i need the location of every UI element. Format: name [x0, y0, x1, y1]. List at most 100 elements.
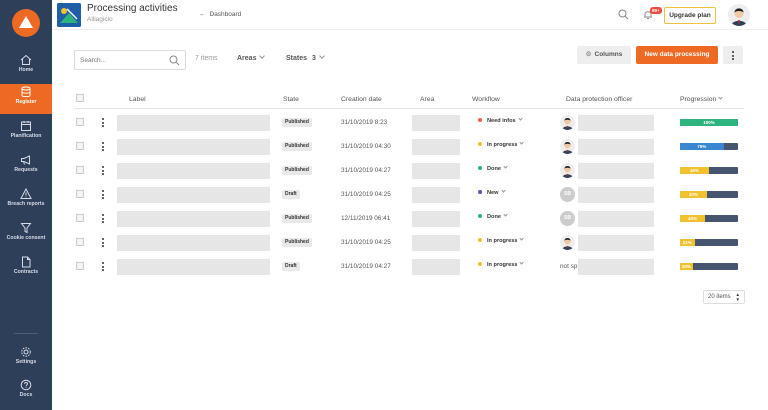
column-header-creation-date[interactable]: Creation date	[341, 96, 382, 103]
more-options-button[interactable]	[723, 46, 743, 64]
select-arrows-icon: ▲ ▼	[735, 292, 740, 302]
chevron-down-icon	[259, 53, 266, 59]
row-actions-icon[interactable]	[102, 118, 104, 129]
dpo-name-cell	[578, 211, 654, 227]
column-header-dpo[interactable]: Data protection officer	[566, 96, 632, 103]
workflow-dropdown[interactable]: Need infos	[478, 116, 523, 124]
search-icon[interactable]	[618, 9, 629, 20]
progress-label: 75%	[697, 144, 707, 149]
sidebar: Home Register Planification Requests Bre…	[0, 0, 52, 410]
page-size-value: 20 items	[708, 294, 731, 300]
search-input[interactable]	[75, 51, 163, 69]
help-icon	[20, 379, 32, 391]
workflow-label: In progress	[487, 238, 518, 244]
row-actions-icon[interactable]	[102, 166, 104, 177]
label-cell[interactable]	[117, 235, 270, 251]
workflow-dropdown[interactable]: New	[478, 188, 506, 196]
dpo-avatar	[560, 163, 575, 178]
row-checkbox[interactable]	[76, 118, 84, 126]
dpo-name-cell	[578, 163, 654, 179]
areas-filter-dropdown[interactable]: Areas	[237, 53, 266, 62]
notification-badge: 99+	[650, 7, 662, 14]
column-header-label[interactable]: Label	[129, 96, 146, 103]
workflow-dropdown[interactable]: In progress	[478, 140, 525, 148]
label-cell[interactable]	[117, 259, 270, 275]
progress-label: 100%	[703, 120, 715, 125]
database-icon	[21, 86, 31, 98]
column-header-workflow[interactable]: Workflow	[472, 96, 500, 103]
app-logo[interactable]	[12, 9, 40, 37]
column-header-area[interactable]: Area	[420, 96, 434, 103]
sidebar-item-label: Register	[15, 99, 37, 105]
sidebar-item-label: Home	[18, 67, 34, 73]
progress-bar: 21%	[680, 239, 738, 246]
arrow-left-icon: ←	[199, 11, 206, 18]
row-actions-icon[interactable]	[102, 142, 104, 153]
label-cell[interactable]	[117, 211, 270, 227]
sidebar-item-planification[interactable]: Planification	[0, 118, 52, 148]
workflow-dropdown[interactable]: Done	[478, 164, 508, 172]
dpo-name-cell	[578, 235, 654, 251]
progress-label: 21%	[682, 240, 692, 245]
sidebar-item-requests[interactable]: Requests	[0, 152, 52, 182]
table-row[interactable]: Draft 31/10/2019 04:27 In progress not sp 20…	[74, 255, 744, 279]
row-checkbox[interactable]	[76, 190, 84, 198]
sidebar-item-docs[interactable]: Docs	[0, 377, 52, 407]
search-icon[interactable]	[169, 55, 180, 66]
calendar-icon	[21, 121, 31, 131]
sidebar-item-breach-reports[interactable]: Breach reports	[0, 186, 52, 216]
row-actions-icon[interactable]	[102, 190, 104, 201]
sidebar-item-cookie-consent[interactable]: Cookie consent	[0, 220, 52, 250]
workflow-dropdown[interactable]: Done	[478, 212, 508, 220]
sidebar-divider	[14, 333, 38, 334]
select-all-checkbox[interactable]	[76, 94, 84, 102]
row-checkbox[interactable]	[76, 142, 84, 150]
workflow-dropdown[interactable]: In progress	[478, 236, 525, 244]
area-cell	[412, 115, 460, 131]
workflow-label: New	[487, 190, 499, 196]
progress-label: 46%	[689, 168, 699, 173]
creation-date-cell: 31/10/2019 04:27	[341, 263, 391, 270]
sidebar-item-label: Cookie consent	[6, 235, 46, 241]
row-actions-icon[interactable]	[102, 238, 104, 249]
sidebar-item-label: Docs	[19, 392, 33, 398]
workflow-dropdown[interactable]: In progress	[478, 260, 525, 268]
area-cell	[412, 139, 460, 155]
sidebar-item-register[interactable]: Register	[0, 84, 52, 114]
label-cell[interactable]	[117, 163, 270, 179]
label-cell[interactable]	[117, 187, 270, 203]
table-row[interactable]: Draft 31/10/2019 04:25 New SB 40%	[74, 183, 744, 207]
workflow-status-dot	[478, 118, 482, 122]
column-header-progression[interactable]: Progression	[680, 95, 723, 103]
state-badge: Published	[282, 238, 312, 247]
creation-date-cell: 31/10/2019 04:25	[341, 191, 391, 198]
upgrade-plan-button[interactable]: Upgrade plan	[664, 7, 716, 24]
row-checkbox[interactable]	[76, 166, 84, 174]
top-header: Processing activities Alliagicio ← Dashbo…	[52, 0, 768, 30]
columns-button[interactable]: ⚙ Columns	[577, 46, 631, 64]
dpo-initials: SB	[560, 211, 575, 226]
user-avatar[interactable]	[728, 4, 750, 26]
chevron-down-icon	[517, 116, 523, 121]
table-row[interactable]: Published 31/10/2019 04:27 Done 46%	[74, 159, 744, 183]
sidebar-item-contracts[interactable]: Contracts	[0, 254, 52, 284]
back-to-dashboard-link[interactable]: ← Dashboard	[199, 11, 241, 18]
row-actions-icon[interactable]	[102, 262, 104, 273]
row-checkbox[interactable]	[76, 214, 84, 222]
label-cell[interactable]	[117, 115, 270, 131]
page-size-select[interactable]: 20 items ▲ ▼	[703, 290, 745, 304]
states-filter-dropdown[interactable]: States 3	[286, 53, 325, 62]
table-row[interactable]: Published 31/10/2019 8:23 Need infos 100%	[74, 111, 744, 135]
row-actions-icon[interactable]	[102, 214, 104, 225]
column-header-state[interactable]: State	[283, 96, 299, 103]
sidebar-item-settings[interactable]: Settings	[0, 344, 52, 374]
row-checkbox[interactable]	[76, 262, 84, 270]
label-cell[interactable]	[117, 139, 270, 155]
table-row[interactable]: Published 12/11/2019 06:41 Done SB 40%	[74, 207, 744, 231]
table-row[interactable]: Published 31/10/2019 04:25 In progress 21%	[74, 231, 744, 255]
search-field[interactable]	[74, 50, 186, 70]
new-data-processing-button[interactable]: New data processing	[636, 46, 718, 64]
sidebar-item-home[interactable]: Home	[0, 52, 52, 82]
table-row[interactable]: Published 31/10/2019 04:30 In progress 75%	[74, 135, 744, 159]
row-checkbox[interactable]	[76, 238, 84, 246]
